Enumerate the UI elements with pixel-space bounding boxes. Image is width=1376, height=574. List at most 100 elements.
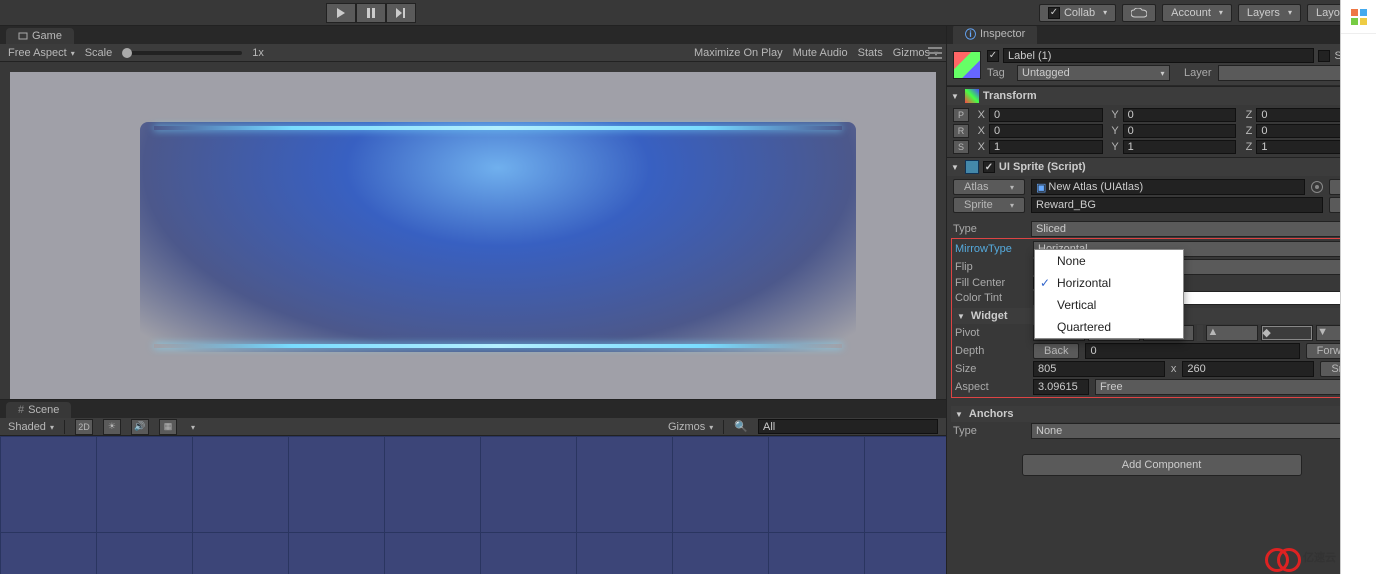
scene-toolbar: Shaded 2D ☀ 🔊 ▦ Gizmos 🔍 xyxy=(0,418,946,436)
rotation-button[interactable]: R xyxy=(953,124,969,138)
pivot-top[interactable]: ▲ xyxy=(1206,325,1258,341)
dd-item-none[interactable]: None xyxy=(1035,250,1183,272)
watermark: 亿速云 xyxy=(1265,546,1336,568)
dd-item-quartered[interactable]: Quartered xyxy=(1035,316,1183,338)
size-label: Size xyxy=(955,363,1027,375)
dd-item-horizontal[interactable]: Horizontal xyxy=(1035,272,1183,294)
fillcenter-label: Fill Center xyxy=(955,277,1027,289)
depth-back-button[interactable]: Back xyxy=(1033,343,1079,359)
object-header: ✓ Static▾ Tag Untagged Layer xyxy=(947,44,1376,86)
game-icon xyxy=(18,31,28,41)
gameobject-icon[interactable] xyxy=(953,51,981,79)
pos-x[interactable]: 0 xyxy=(989,108,1103,122)
scene-search[interactable] xyxy=(758,419,938,434)
aspect-label: Aspect xyxy=(955,381,1027,393)
twod-toggle[interactable]: 2D xyxy=(75,419,93,435)
size-width[interactable]: 805 xyxy=(1033,361,1165,377)
mirrowtype-label: MirrowType xyxy=(955,243,1027,255)
game-toolbar: Free Aspect Scale 1x Maximize On Play Mu… xyxy=(0,44,946,62)
colortint-label: Color Tint xyxy=(955,292,1027,304)
scene-view[interactable] xyxy=(0,436,946,574)
uisprite-component: ✓ UI Sprite (Script) Atlas ▣New Atlas (U… xyxy=(947,157,1376,478)
layers-button[interactable]: Layers xyxy=(1238,4,1301,22)
flip-label: Flip xyxy=(955,261,1027,273)
top-toolbar: ✓Collab Account Layers Layout xyxy=(0,0,1376,26)
sprite-preview xyxy=(140,122,856,352)
aspect-mode-dropdown[interactable]: Free xyxy=(1095,379,1368,395)
context-menu-icon[interactable] xyxy=(928,47,942,59)
active-checkbox[interactable]: ✓ xyxy=(987,50,999,62)
scene-tab[interactable]: #Scene xyxy=(6,402,71,418)
transform-header[interactable]: Transform xyxy=(947,87,1376,105)
depth-label: Depth xyxy=(955,345,1027,357)
mute-toggle[interactable]: Mute Audio xyxy=(793,47,848,59)
cloud-icon xyxy=(1131,8,1147,18)
game-tab-row: Game xyxy=(0,26,946,44)
static-checkbox[interactable] xyxy=(1318,50,1330,62)
playback-controls xyxy=(326,3,416,23)
maximize-toggle[interactable]: Maximize On Play xyxy=(694,47,783,59)
play-button[interactable] xyxy=(326,3,356,23)
scale-x[interactable]: 1 xyxy=(989,140,1103,154)
mirrowtype-popup: None Horizontal Vertical Quartered xyxy=(1034,249,1184,339)
anchors-header[interactable]: Anchors xyxy=(951,406,1372,422)
fx-toggle-icon[interactable]: ▦ xyxy=(159,419,177,435)
script-icon xyxy=(965,160,979,174)
type-dropdown[interactable]: Sliced xyxy=(1031,221,1370,237)
info-icon: ⓘ xyxy=(965,26,976,42)
game-view xyxy=(0,62,946,399)
tag-dropdown[interactable]: Untagged xyxy=(1017,65,1170,81)
anchors-type-label: Type xyxy=(953,425,1025,437)
pause-button[interactable] xyxy=(356,3,386,23)
component-enable-checkbox[interactable]: ✓ xyxy=(983,161,995,173)
collab-button[interactable]: ✓Collab xyxy=(1039,4,1116,22)
atlas-pick-icon: ▣ xyxy=(1036,181,1046,194)
stats-toggle[interactable]: Stats xyxy=(858,47,883,59)
sprite-button[interactable]: Sprite xyxy=(953,197,1025,213)
aspect-dropdown[interactable]: Free Aspect xyxy=(8,47,75,59)
position-button[interactable]: P xyxy=(953,108,969,122)
transform-icon xyxy=(965,89,979,103)
account-button[interactable]: Account xyxy=(1162,4,1232,22)
game-tab[interactable]: Game xyxy=(6,28,74,44)
rot-x[interactable]: 0 xyxy=(989,124,1103,138)
scale-value: 1x xyxy=(252,47,264,59)
rot-y[interactable]: 0 xyxy=(1123,124,1237,138)
inspector-tab[interactable]: ⓘInspector xyxy=(953,26,1037,44)
atlas-field[interactable]: ▣New Atlas (UIAtlas) xyxy=(1031,179,1305,195)
audio-toggle-icon[interactable]: 🔊 xyxy=(131,419,149,435)
aspect-value: 3.09615 xyxy=(1033,379,1089,395)
layer-label: Layer xyxy=(1176,67,1212,79)
apps-icon[interactable] xyxy=(1341,0,1376,34)
gizmos-dropdown[interactable]: Gizmos xyxy=(668,421,713,433)
scale-slider[interactable] xyxy=(122,51,242,55)
atlas-button[interactable]: Atlas xyxy=(953,179,1025,195)
step-button[interactable] xyxy=(386,3,416,23)
transform-component: Transform PX0Y0Z0 RX0Y0Z0 SX1Y1Z1 xyxy=(947,86,1376,157)
inspector-tab-row: ⓘInspector 🔒≡ xyxy=(947,26,1376,44)
sprite-field[interactable]: Reward_BG xyxy=(1031,197,1323,213)
object-name-field[interactable] xyxy=(1003,48,1314,63)
pos-y[interactable]: 0 xyxy=(1123,108,1237,122)
atlas-target-icon[interactable] xyxy=(1311,181,1323,193)
add-component-button[interactable]: Add Component xyxy=(1022,454,1302,476)
scale-button[interactable]: S xyxy=(953,140,969,154)
scale-y[interactable]: 1 xyxy=(1123,140,1237,154)
pivot-vcenter[interactable]: ◆ xyxy=(1261,325,1313,341)
external-sidebar xyxy=(1340,0,1376,574)
shading-dropdown[interactable]: Shaded xyxy=(8,421,54,433)
lighting-toggle-icon[interactable]: ☀ xyxy=(103,419,121,435)
size-height[interactable]: 260 xyxy=(1182,361,1314,377)
check-icon: ✓ xyxy=(1048,7,1060,19)
highlight-box: MirrowType Horizontal Flip Fill Center ✓… xyxy=(951,238,1372,398)
watermark-logo-icon xyxy=(1265,546,1299,568)
uisprite-header[interactable]: ✓ UI Sprite (Script) xyxy=(947,158,1376,176)
pivot-label: Pivot xyxy=(955,327,1027,339)
depth-value[interactable]: 0 xyxy=(1085,343,1299,359)
anchors-type-dropdown[interactable]: None xyxy=(1031,423,1370,439)
dd-item-vertical[interactable]: Vertical xyxy=(1035,294,1183,316)
type-label: Type xyxy=(953,223,1025,235)
scene-tab-row: #Scene xyxy=(0,400,946,418)
cloud-button[interactable] xyxy=(1122,4,1156,22)
search-icon: 🔍 xyxy=(734,420,748,433)
